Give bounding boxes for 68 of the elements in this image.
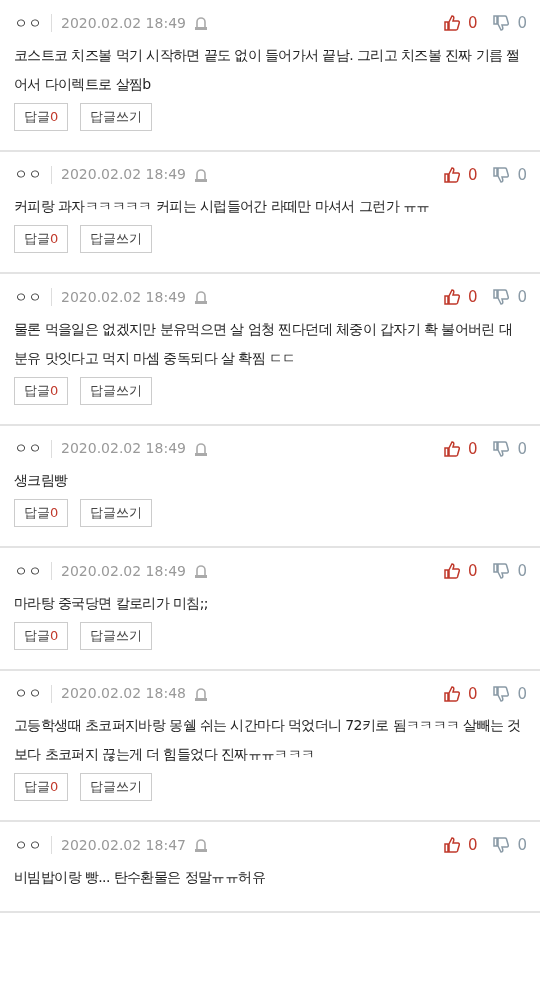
comment-text: 마라탕 중국당면 칼로리가 미침;; [14,593,209,613]
comment-text: 코스트코 치즈볼 먹기 시작하면 끝도 없이 들어가서 끝남. 그리고 치즈볼 진짜 기름 쩔어서 다이렉트로 살찜b [14,45,521,94]
comment-date: 2020.02.02 18:49 [61,561,186,581]
dislike-count: 0 [517,438,527,460]
thumbs-up-icon[interactable] [443,15,460,32]
comment-text: 비빔밥이랑 빵... 탄수환물은 정말ㅠㅠ허유 [14,867,266,887]
comment-date: 2020.02.02 18:49 [61,13,186,33]
thumbs-up-icon[interactable] [443,289,460,306]
thumbs-up-icon[interactable] [443,166,460,183]
reply-count-button[interactable]: 답글0 [14,102,69,131]
thumbs-down-icon[interactable] [493,837,510,854]
like-count: 0 [467,438,478,460]
reply-count-button[interactable]: 답글0 [14,376,69,405]
comment-date: 2020.02.02 18:49 [61,165,186,185]
like-count: 0 [467,561,478,582]
dislike-count: 0 [517,561,527,582]
reply-count-button[interactable]: 답글0 [14,621,69,650]
write-reply-button[interactable]: 답글쓰기 [80,621,153,650]
author-name: ㅇㅇ [14,287,42,307]
dislike-count: 0 [517,835,527,856]
thumbs-down-icon[interactable] [493,15,510,32]
author-name: ㅇㅇ [14,13,42,33]
like-count: 0 [467,13,478,34]
comment-date: 2020.02.02 18:48 [61,684,186,704]
thumbs-down-icon[interactable] [493,685,510,702]
thumbs-down-icon[interactable] [493,289,510,306]
dislike-count: 0 [517,683,527,705]
write-reply-button[interactable]: 답글쓰기 [80,773,153,801]
dislike-count: 0 [517,164,527,186]
comment-text: 생크림빵 [14,471,69,490]
write-reply-button[interactable]: 답글쓰기 [80,225,153,253]
thumbs-down-icon[interactable] [493,563,510,580]
report-icon[interactable] [193,166,208,183]
author-name: ㅇㅇ [14,165,42,185]
comment-date: 2020.02.02 18:49 [61,439,186,459]
report-icon[interactable] [193,289,208,306]
thumbs-up-icon[interactable] [443,685,460,702]
reply-count-button[interactable]: 답글0 [14,499,69,527]
report-icon[interactable] [193,563,208,580]
thumbs-up-icon[interactable] [443,563,460,580]
comment-text: 물론 먹을일은 없겠지만 분유먹으면 살 엄청 찐다던데 체중이 갑자기 확 불어버린 대 분유 맛잇다고 먹지 마셈 중독되다 살 확찜 ㄷㄷ [14,319,513,368]
like-count: 0 [467,287,478,308]
report-icon[interactable] [193,440,208,457]
thumbs-up-icon[interactable] [443,837,460,854]
dislike-count: 0 [517,287,527,308]
author-name: ㅇㅇ [14,684,42,704]
comment-date: 2020.02.02 18:47 [61,835,186,855]
report-icon[interactable] [193,837,208,854]
write-reply-button[interactable]: 답글쓰기 [80,376,153,405]
thumbs-up-icon[interactable] [443,440,460,457]
report-icon[interactable] [193,15,208,32]
like-count: 0 [467,835,478,856]
reply-count-button[interactable]: 답글0 [14,773,69,801]
write-reply-button[interactable]: 답글쓰기 [80,102,153,131]
like-count: 0 [467,683,478,705]
author-name: ㅇㅇ [14,439,42,459]
write-reply-button[interactable]: 답글쓰기 [80,499,153,527]
author-name: ㅇㅇ [14,835,42,855]
report-icon[interactable] [193,685,208,702]
thumbs-down-icon[interactable] [493,166,510,183]
comment-text: 커피랑 과자ㅋㅋㅋㅋㅋ 커피는 시럽들어간 라떼만 마셔서 그런가 ㅠㅠ [14,197,431,216]
thumbs-down-icon[interactable] [493,440,510,457]
reply-count-button[interactable]: 답글0 [14,225,69,253]
like-count: 0 [467,164,478,186]
dislike-count: 0 [517,13,527,34]
author-name: ㅇㅇ [14,561,42,581]
comment-text: 고등학생때 초코퍼지바랑 몽쉘 쉬는 시간마다 먹었더니 72키로 됨ㅋㅋㅋㅋ 살빼는 것보다 초코퍼지 끊는게 더 힘들었다 진짜ㅠㅠㅋㅋㅋ [14,716,522,764]
comment-date: 2020.02.02 18:49 [61,287,186,307]
